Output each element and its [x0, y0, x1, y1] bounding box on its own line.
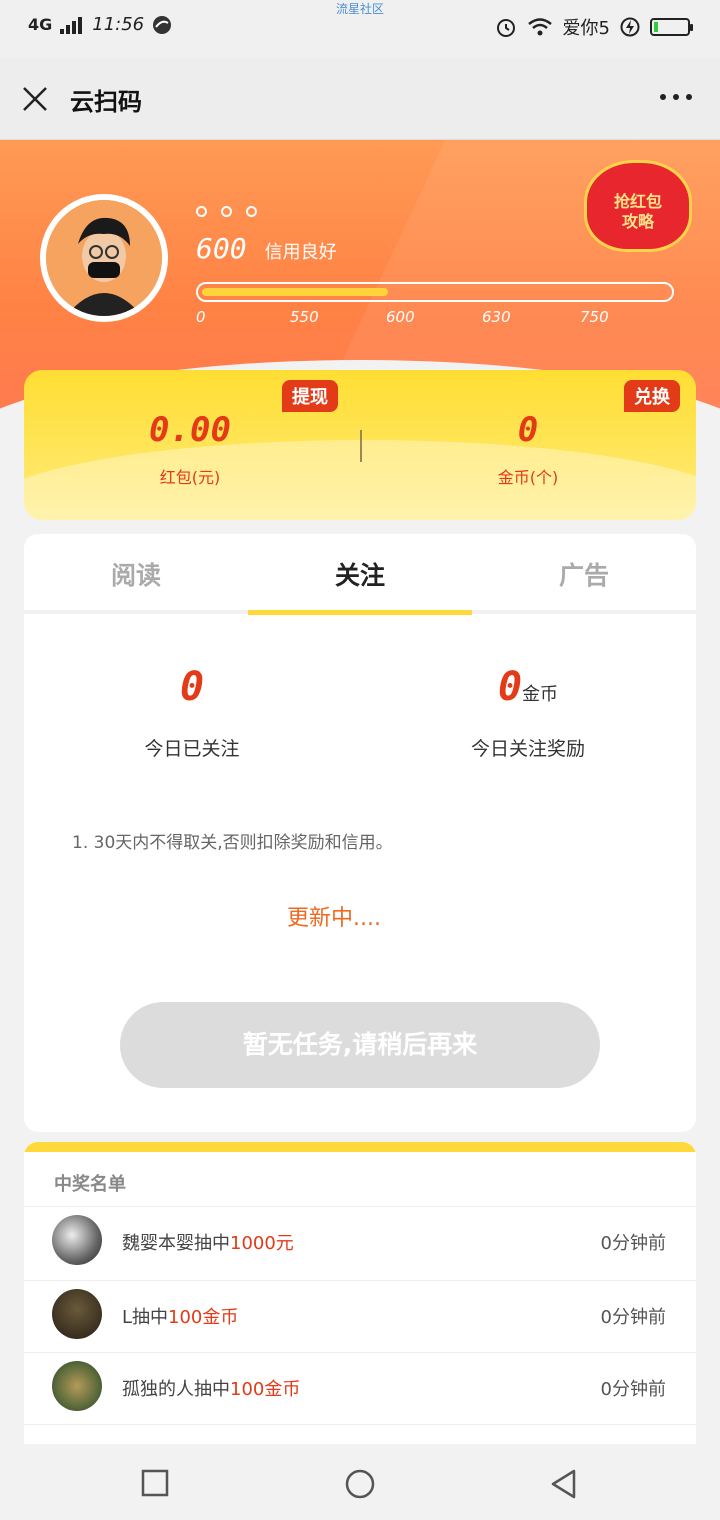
tick-label: 0 — [196, 308, 206, 326]
followed-today-label: 今日已关注 — [144, 738, 240, 760]
system-nav-bar — [0, 1444, 720, 1520]
tab-read[interactable]: 阅读 — [24, 556, 248, 592]
winner-prize: 100金币 — [230, 1379, 301, 1400]
coins-value: 0 — [517, 410, 539, 450]
winner-text: L抽中100金币 — [122, 1307, 239, 1328]
reward-today-value: 0金币 — [497, 664, 559, 710]
back-icon[interactable] — [548, 1468, 580, 1500]
winners-heading: 中奖名单 — [54, 1174, 126, 1195]
winner-time: 0分钟前 — [600, 1379, 666, 1400]
coins-label: 金币(个) — [497, 468, 559, 487]
close-icon[interactable] — [20, 84, 50, 114]
tick-label: 600 — [386, 308, 415, 326]
withdraw-button[interactable]: 提现 — [282, 380, 338, 412]
red-packet-promo-button[interactable]: 抢红包 攻略 — [580, 150, 700, 258]
alarm-icon — [496, 19, 515, 37]
followed-today-value: 0 — [179, 664, 205, 710]
avatar[interactable] — [40, 194, 168, 322]
tab-ads[interactable]: 广告 — [472, 556, 696, 592]
task-card: 阅读 关注 广告 0 今日已关注 0金币 今日关注奖励 1. 30天内不得取关,… — [24, 534, 696, 1132]
tab-follow[interactable]: 关注 — [248, 556, 472, 592]
wallet-divider — [360, 430, 362, 462]
winner-avatar — [52, 1215, 102, 1265]
battery-icon — [650, 18, 693, 36]
signal-icon — [60, 16, 83, 34]
updating-status: 更新中.... — [287, 906, 381, 931]
winner-prize: 1000元 — [230, 1233, 294, 1254]
tick-label: 550 — [290, 308, 319, 326]
winner-avatar — [52, 1361, 102, 1411]
status-bar: 4G 11:56 流星社区 爱你5 — [0, 0, 720, 58]
winners-accent-bar — [24, 1142, 696, 1152]
reward-today-label: 今日关注奖励 — [470, 738, 585, 760]
nickname-dots — [196, 206, 257, 217]
red-packet-promo-label: 抢红包 攻略 — [613, 192, 662, 231]
credit-info: 600 信用良好 — [196, 232, 337, 265]
winner-time: 0分钟前 — [600, 1233, 666, 1254]
credit-progress-bar — [196, 282, 674, 302]
no-task-button[interactable]: 暂无任务,请稍后再来 — [120, 1002, 600, 1088]
tick-label: 750 — [580, 308, 609, 326]
app-notification-icon — [153, 15, 172, 34]
winner-text: 魏婴本婴抽中1000元 — [122, 1233, 294, 1254]
winner-prize: 100金币 — [168, 1307, 239, 1328]
status-left: 4G 11:56 — [28, 14, 172, 35]
task-tabs: 阅读 关注 广告 — [24, 534, 696, 615]
credit-status: 信用良好 — [264, 242, 337, 263]
winner-text: 孤独的人抽中100金币 — [122, 1379, 301, 1400]
wifi-icon — [527, 18, 552, 36]
list-item: 魏婴本婴抽中1000元 0分钟前 — [24, 1206, 696, 1278]
avatar-image — [46, 200, 162, 316]
credit-progress-fill — [202, 288, 389, 296]
credit-ticks: 0 550 600 630 750 — [196, 308, 674, 328]
recent-apps-icon[interactable] — [140, 1468, 170, 1498]
winners-list: 中奖名单 魏婴本婴抽中1000元 0分钟前 L抽中100金币 0分钟前 孤独的人… — [24, 1142, 696, 1462]
wallet-card: 提现 兑换 0.00 红包(元) 0 金币(个) — [24, 370, 696, 520]
home-icon[interactable] — [344, 1468, 376, 1500]
page-title: 云扫码 — [70, 88, 142, 116]
title-bar: 云扫码 — [0, 58, 720, 140]
exchange-button[interactable]: 兑换 — [624, 380, 680, 412]
list-item: L抽中100金币 0分钟前 — [24, 1280, 696, 1352]
active-tab-indicator — [248, 610, 472, 615]
more-menu-icon[interactable] — [660, 94, 692, 100]
charging-icon — [620, 17, 640, 37]
network-label: 4G — [28, 15, 53, 34]
red-packet-value: 0.00 — [149, 410, 231, 450]
tick-label: 630 — [482, 308, 511, 326]
follow-rule: 1. 30天内不得取关,否则扣除奖励和信用。 — [72, 833, 393, 853]
carrier-label: 爱你5 — [562, 18, 610, 39]
status-right: 爱你5 — [495, 14, 693, 40]
clock-time: 11:56 — [92, 14, 145, 35]
reward-unit: 金币 — [522, 684, 559, 705]
winner-avatar — [52, 1289, 102, 1339]
list-item: 孤独的人抽中100金币 0分钟前 — [24, 1352, 696, 1424]
winner-time: 0分钟前 — [600, 1307, 666, 1328]
credit-score: 600 — [196, 232, 247, 265]
avatar-illustration — [46, 200, 162, 316]
red-packet-label: 红包(元) — [159, 468, 221, 487]
